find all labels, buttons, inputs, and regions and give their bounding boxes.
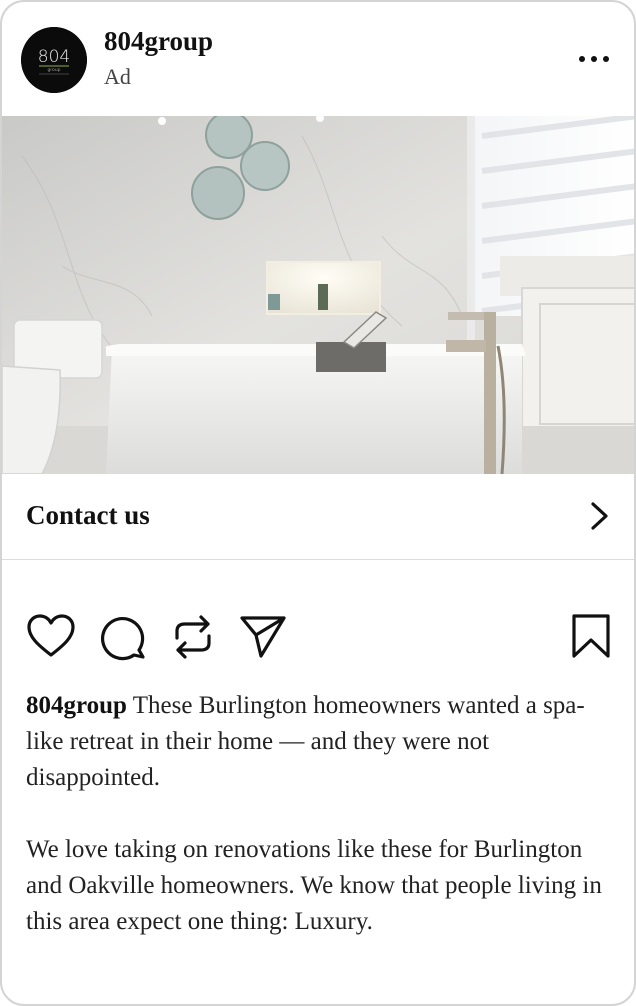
save-button[interactable] [566,612,616,662]
caption-paragraph: 804group These Burlington homeowners wan… [26,688,616,796]
comment-button[interactable] [98,612,148,662]
post-actions-bar [2,612,634,662]
bathroom-photo [2,116,634,474]
logo-text: 804 [38,47,70,67]
more-options-button[interactable] [572,42,616,76]
comment-icon [101,617,145,661]
caption-paragraph-2: We love taking on renovations like these… [26,836,602,935]
logo-subtext: group [47,67,60,73]
cta-label: Contact us [26,500,150,530]
ad-post-card: 804 group 804group Ad Contact us 804grou… [0,0,636,1006]
repost-icon [175,615,211,659]
post-caption: 804group These Burlington homeowners wan… [26,688,616,940]
avatar[interactable]: 804 group [21,27,87,93]
chevron-right-icon [584,500,614,532]
like-button[interactable] [26,612,76,662]
heart-icon [27,614,75,657]
sponsored-label: Ad [104,64,131,89]
more-horizontal-icon [579,56,609,62]
send-icon [240,616,286,658]
brand-logo: 804 group [21,27,87,93]
post-header: 804 group 804group Ad [2,2,634,116]
account-name[interactable]: 804group [104,26,213,57]
share-button[interactable] [238,612,288,662]
post-image[interactable] [2,116,634,474]
bookmark-icon [572,614,610,658]
caption-username[interactable]: 804group [26,692,127,719]
contact-us-link[interactable]: Contact us [2,474,634,560]
repost-button[interactable] [168,612,218,662]
